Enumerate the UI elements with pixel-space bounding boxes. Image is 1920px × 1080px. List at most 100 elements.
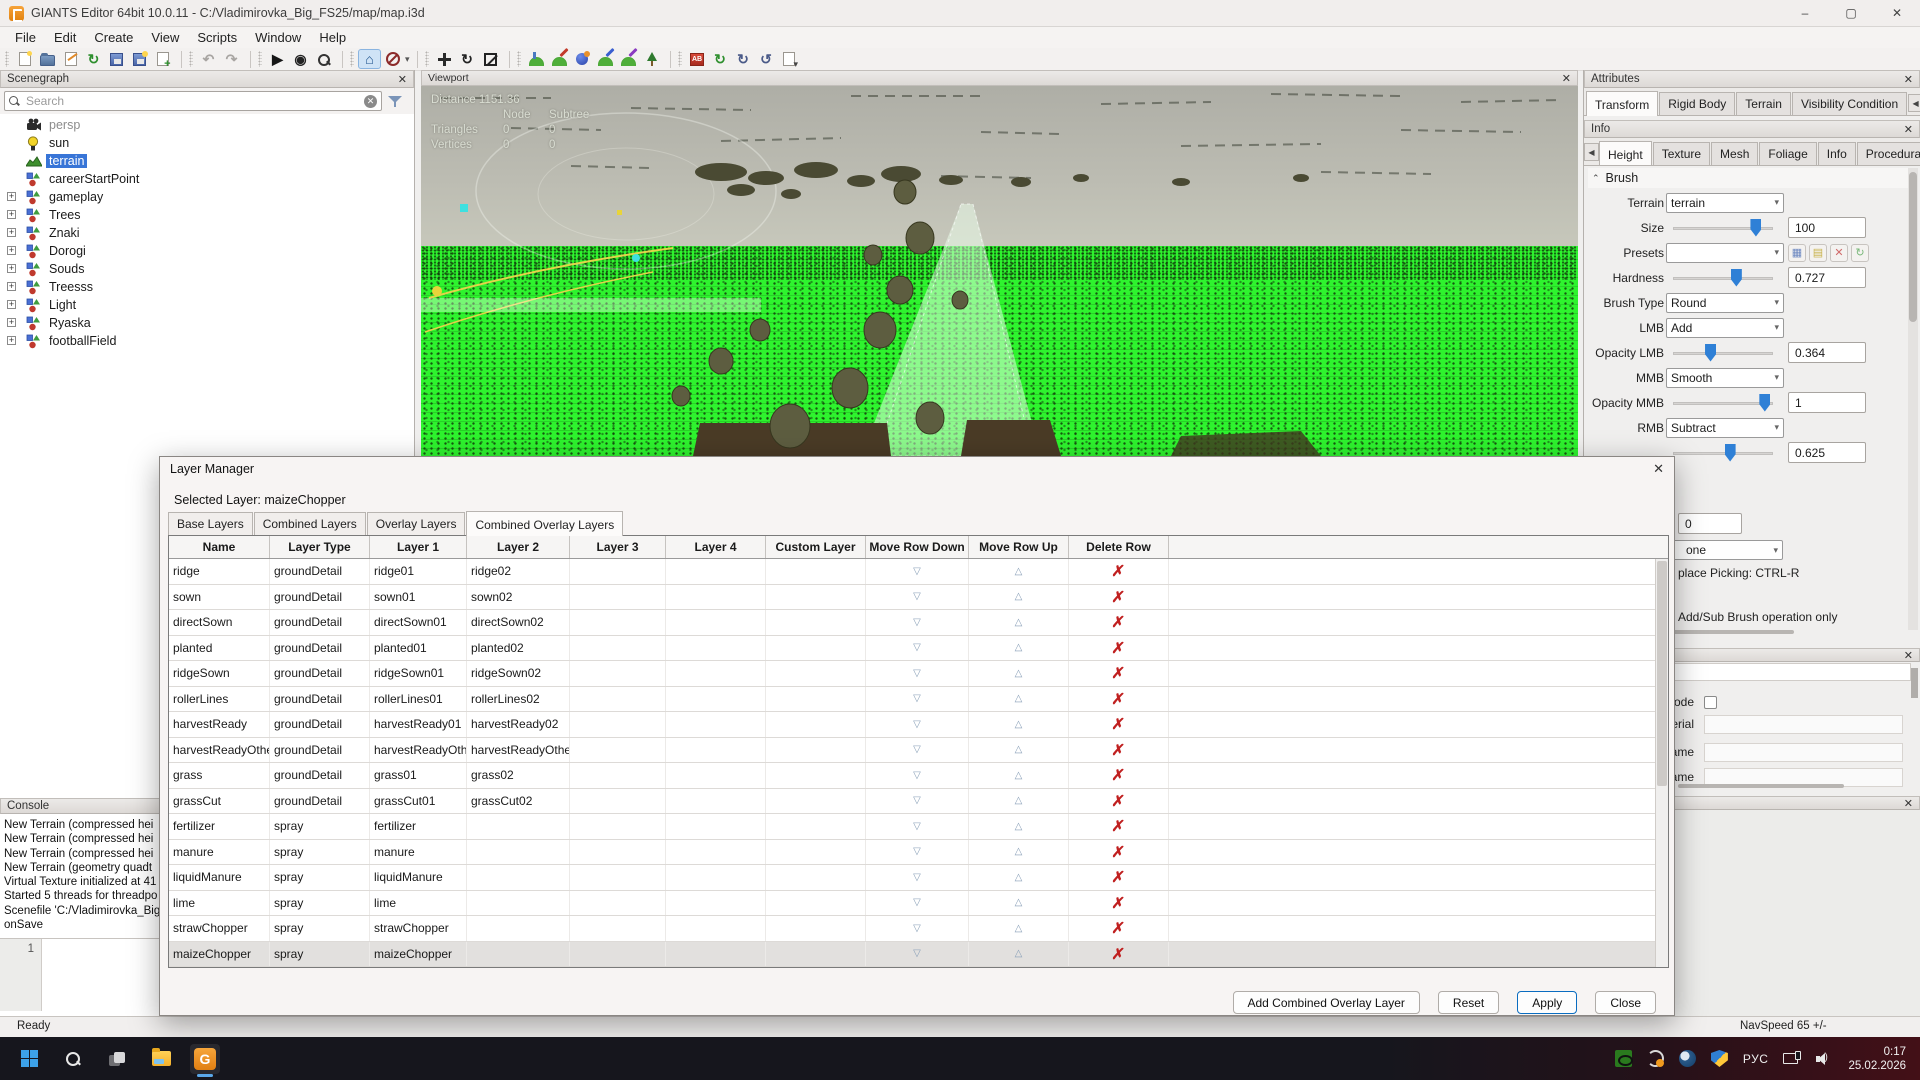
table-row[interactable]: maizeChopperspraymaizeChopper▽△✗ [169,942,1668,968]
table-row[interactable]: harvestReadygroundDetailharvestReady01ha… [169,712,1668,738]
menu-item-help[interactable]: Help [310,28,355,47]
expand-icon[interactable]: + [7,228,16,237]
move-row-up-button[interactable]: △ [969,814,1069,839]
tree-item-Trees[interactable]: +Trees [0,206,414,224]
delete-row-button[interactable]: ✗ [1069,789,1169,814]
column-header-move-row-down[interactable]: Move Row Down [866,536,969,558]
delete-icon[interactable]: ✗ [1111,894,1126,912]
save-preset-button[interactable]: ▦ [1788,244,1806,262]
delete-icon[interactable]: ✗ [1111,664,1126,682]
find-button[interactable] [312,49,335,69]
table-row[interactable]: ridgeSowngroundDetailridgeSown01ridgeSow… [169,661,1668,687]
tab-terrain[interactable]: Terrain [1736,92,1791,115]
search-input[interactable]: Search ✕ [4,91,382,111]
apply-button[interactable]: Apply [1517,991,1577,1014]
table-row[interactable]: fertilizersprayfertilizer▽△✗ [169,814,1668,840]
maximize-button[interactable]: ▢ [1828,0,1874,27]
move-up-icon[interactable]: △ [1015,897,1023,908]
menu-item-view[interactable]: View [142,28,188,47]
move-down-icon[interactable]: ▽ [913,948,921,959]
tree-item-persp[interactable]: persp [0,116,414,134]
table-row[interactable]: ridgegroundDetailridge01ridge02▽△✗ [169,559,1668,585]
expand-icon[interactable]: + [7,264,16,273]
delete-row-button[interactable]: ✗ [1069,661,1169,686]
move-row-up-button[interactable]: △ [969,738,1069,763]
move-row-up-button[interactable]: △ [969,661,1069,686]
tree-item-Treesss[interactable]: +Treesss [0,278,414,296]
tree-item-Dorogi[interactable]: +Dorogi [0,242,414,260]
reload-shaders-button[interactable]: ↺ [755,49,778,69]
move-down-icon[interactable]: ▽ [913,770,921,781]
move-row-down-button[interactable]: ▽ [866,738,969,763]
move-up-icon[interactable]: △ [1015,719,1023,730]
tree-item-sun[interactable]: sun [0,134,414,152]
move-up-icon[interactable]: △ [1015,744,1023,755]
tab-rigid-body[interactable]: Rigid Body [1659,92,1735,115]
move-row-up-button[interactable]: △ [969,840,1069,865]
save-button[interactable] [105,49,128,69]
move-row-down-button[interactable]: ▽ [866,585,969,610]
tab-transform[interactable]: Transform [1586,91,1658,116]
refresh-presets-button[interactable]: ↻ [1851,244,1869,262]
move-row-up-button[interactable]: △ [969,712,1069,737]
column-header-layer-type[interactable]: Layer Type [270,536,370,558]
move-up-icon[interactable]: △ [1015,693,1023,704]
move-row-down-button[interactable]: ▽ [866,840,969,865]
delete-row-button[interactable]: ✗ [1069,891,1169,916]
move-down-icon[interactable]: ▽ [913,591,921,602]
move-row-down-button[interactable]: ▽ [866,712,969,737]
tree-item-footballField[interactable]: +footballField [0,332,414,350]
tab-mesh[interactable]: Mesh [1711,142,1758,165]
move-row-up-button[interactable]: △ [969,865,1069,890]
move-row-down-button[interactable]: ▽ [866,559,969,584]
brush-lmb-dropdown[interactable]: Add▾ [1666,318,1784,338]
reload-scripts-button[interactable]: ↻ [732,49,755,69]
move-up-icon[interactable]: △ [1015,566,1023,577]
move-row-up-button[interactable]: △ [969,610,1069,635]
reload-button[interactable]: ↻ [82,49,105,69]
table-row[interactable]: grassCutgroundDetailgrassCut01grassCut02… [169,789,1668,815]
column-header-layer-2[interactable]: Layer 2 [467,536,570,558]
move-down-icon[interactable]: ▽ [913,872,921,883]
tab-texture[interactable]: Texture [1653,142,1710,165]
taskbar-clock[interactable]: 0:17 25.02.2026 [1848,1045,1906,1073]
delete-row-button[interactable]: ✗ [1069,814,1169,839]
delete-icon[interactable]: ✗ [1111,766,1126,784]
delete-row-button[interactable]: ✗ [1069,840,1169,865]
slider-thumb[interactable] [1750,219,1761,237]
tree-item-Light[interactable]: +Light [0,296,414,314]
delete-row-button[interactable]: ✗ [1069,763,1169,788]
move-up-icon[interactable]: △ [1015,872,1023,883]
dialog-tab-overlay-layers[interactable]: Overlay Layers [367,512,466,535]
brush-rmb-dropdown[interactable]: Subtract▾ [1666,418,1784,438]
move-button[interactable] [433,49,456,69]
expand-icon[interactable]: + [7,300,16,309]
terrain-detail-b-button[interactable] [617,49,640,69]
column-header-layer-1[interactable]: Layer 1 [370,536,467,558]
camera-off-button[interactable] [381,49,404,69]
search-clear-icon[interactable]: ✕ [364,95,377,108]
rotate-button[interactable]: ↻ [456,49,479,69]
delete-row-button[interactable]: ✗ [1069,865,1169,890]
move-row-down-button[interactable]: ▽ [866,763,969,788]
move-down-icon[interactable]: ▽ [913,719,921,730]
close-button[interactable]: Close [1595,991,1656,1014]
move-down-icon[interactable]: ▽ [913,566,921,577]
menu-item-edit[interactable]: Edit [45,28,85,47]
move-row-down-button[interactable]: ▽ [866,865,969,890]
tree-item-Souds[interactable]: +Souds [0,260,414,278]
delete-icon[interactable]: ✗ [1111,945,1126,963]
brush-value-field[interactable]: 0.727 [1788,267,1866,288]
move-row-up-button[interactable]: △ [969,687,1069,712]
table-row[interactable]: liquidManuresprayliquidManure▽△✗ [169,865,1668,891]
visibility-button[interactable]: ◉ [289,49,312,69]
name-field[interactable] [1704,743,1903,762]
delete-row-button[interactable]: ✗ [1069,738,1169,763]
move-down-icon[interactable]: ▽ [913,897,921,908]
camera-off-dropdown-icon[interactable]: ▾ [405,54,410,65]
delete-row-button[interactable]: ✗ [1069,687,1169,712]
info-tabs-scroll-left-icon[interactable]: ◀ [1584,143,1599,161]
move-up-icon[interactable]: △ [1015,617,1023,628]
edit-script-button[interactable] [59,49,82,69]
tree-item-careerStartPoint[interactable]: careerStartPoint [0,170,414,188]
